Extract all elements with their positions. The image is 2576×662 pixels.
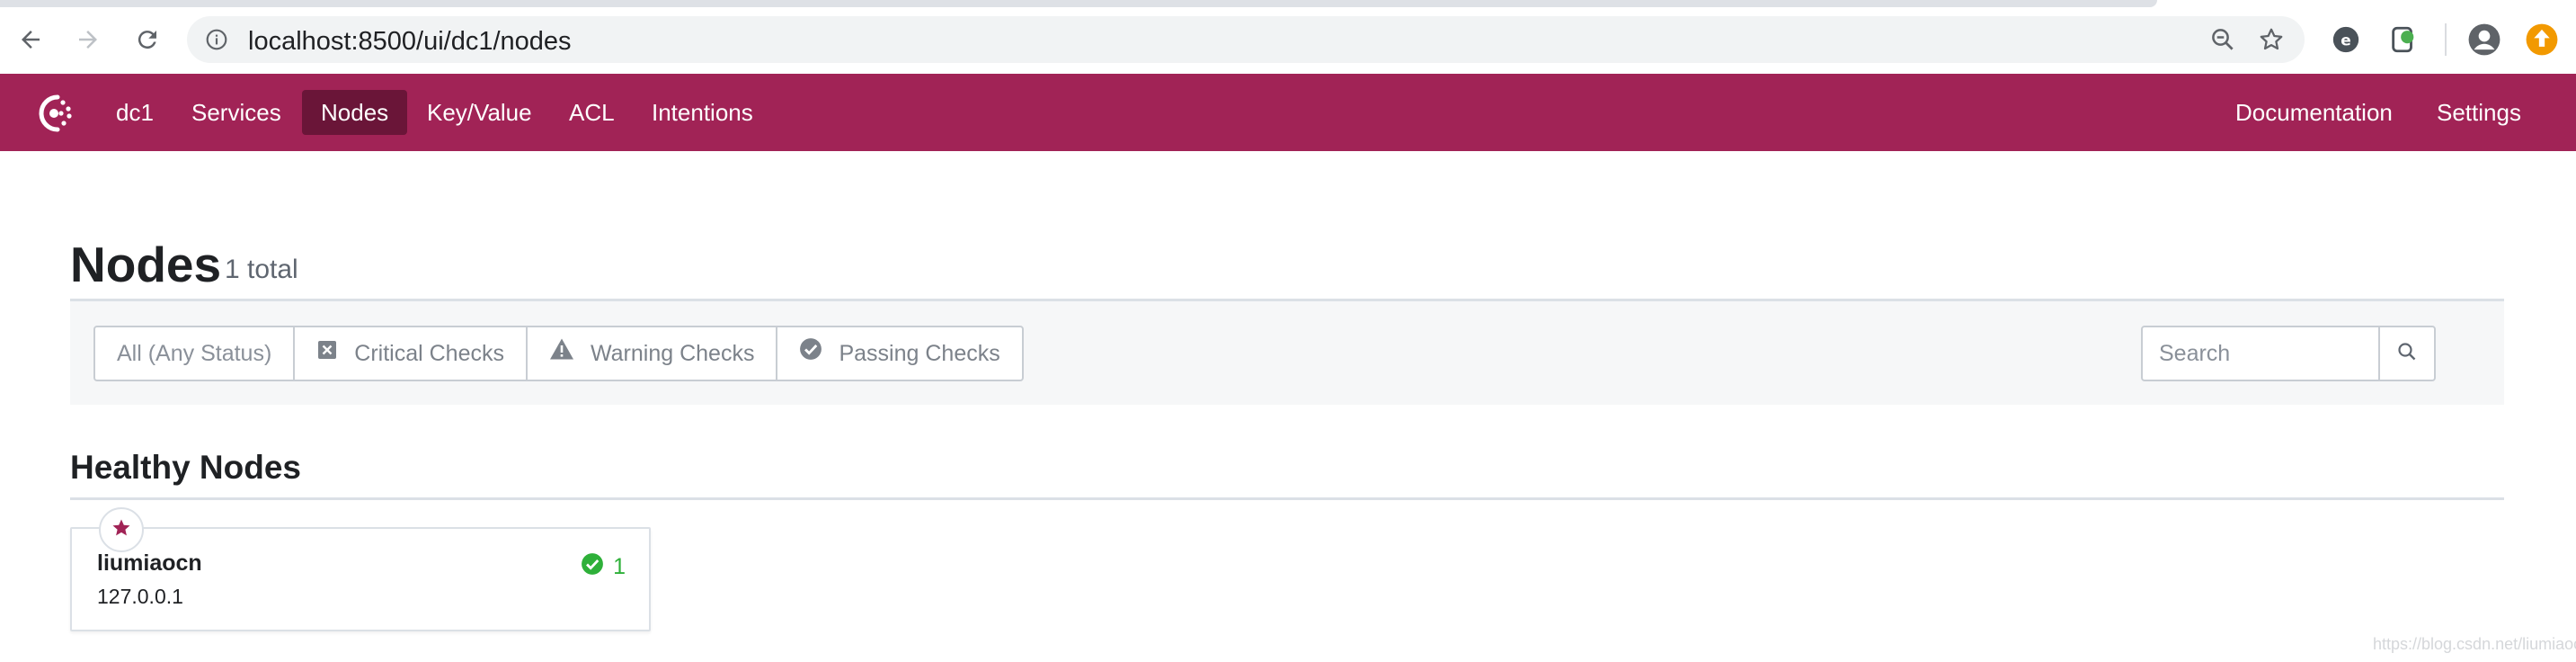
- leader-badge: [99, 507, 144, 552]
- filter-critical[interactable]: Critical Checks: [293, 327, 526, 380]
- toolbar-separator: [2445, 23, 2447, 56]
- browser-toolbar: localhost:8500/ui/dc1/nodes e: [0, 0, 2576, 75]
- status-filter: All (Any Status) Critical Checks Warning…: [93, 326, 1024, 381]
- nav-item-intentions[interactable]: Intentions: [633, 90, 772, 135]
- nav-item-services[interactable]: Services: [173, 90, 300, 135]
- filter-critical-label: Critical Checks: [354, 341, 504, 366]
- node-address: 127.0.0.1: [97, 585, 183, 608]
- app-navigation: dc1 Services Nodes Key/Value ACL Intenti…: [0, 74, 2576, 151]
- node-count: 1 total: [225, 255, 298, 284]
- node-name[interactable]: liumiaocn: [97, 550, 202, 577]
- profile-icon[interactable]: [2465, 20, 2504, 59]
- update-icon[interactable]: [2522, 20, 2562, 59]
- health-check-status: 1: [581, 552, 626, 582]
- section-title: Healthy Nodes: [70, 449, 302, 486]
- extension-icon[interactable]: [2384, 20, 2423, 59]
- node-card[interactable]: liumiaocn 127.0.0.1 1: [70, 507, 651, 631]
- search-input[interactable]: [2143, 327, 2378, 380]
- critical-icon: [316, 327, 338, 380]
- nav-item-key-value[interactable]: Key/Value: [408, 90, 551, 135]
- filter-warning-label: Warning Checks: [590, 341, 755, 366]
- passing-check-count: 1: [613, 554, 626, 579]
- check-passing-icon: [581, 552, 604, 582]
- page-title: Nodes: [70, 237, 222, 292]
- forward-icon[interactable]: [68, 20, 108, 59]
- leader-star-icon: [111, 517, 132, 543]
- tab-strip: [0, 0, 2157, 7]
- filter-all-label: All (Any Status): [117, 341, 272, 366]
- filter-passing-label: Passing Checks: [839, 341, 1000, 366]
- consul-logo-icon[interactable]: [31, 90, 77, 141]
- watermark: https://blog.csdn.net/liumiaocn: [2373, 635, 2576, 653]
- filter-passing[interactable]: Passing Checks: [776, 327, 1021, 380]
- filter-warning[interactable]: Warning Checks: [525, 327, 776, 380]
- zoom-icon[interactable]: [2209, 26, 2236, 58]
- search-box: [2141, 326, 2436, 381]
- info-icon[interactable]: [205, 28, 228, 56]
- search-button[interactable]: [2378, 327, 2434, 380]
- back-icon[interactable]: [11, 20, 50, 59]
- filter-bar: All (Any Status) Critical Checks Warning…: [70, 301, 2504, 405]
- extension-icon[interactable]: e: [2326, 20, 2366, 59]
- svg-text:e: e: [2341, 31, 2351, 49]
- nav-item-documentation[interactable]: Documentation: [2216, 90, 2412, 135]
- divider: [70, 497, 2504, 500]
- url-text[interactable]: localhost:8500/ui/dc1/nodes: [248, 27, 572, 57]
- address-bar[interactable]: localhost:8500/ui/dc1/nodes: [187, 16, 2305, 63]
- datacenter-selector[interactable]: dc1: [97, 90, 173, 135]
- nav-item-nodes[interactable]: Nodes: [302, 90, 408, 135]
- reload-icon[interactable]: [128, 20, 167, 59]
- bookmark-star-icon[interactable]: [2258, 26, 2285, 58]
- search-icon: [2396, 341, 2418, 367]
- nav-item-settings[interactable]: Settings: [2418, 90, 2540, 135]
- nav-item-acl[interactable]: ACL: [550, 90, 634, 135]
- warning-icon: [549, 327, 574, 380]
- passing-icon: [799, 327, 822, 380]
- filter-all[interactable]: All (Any Status): [95, 327, 293, 380]
